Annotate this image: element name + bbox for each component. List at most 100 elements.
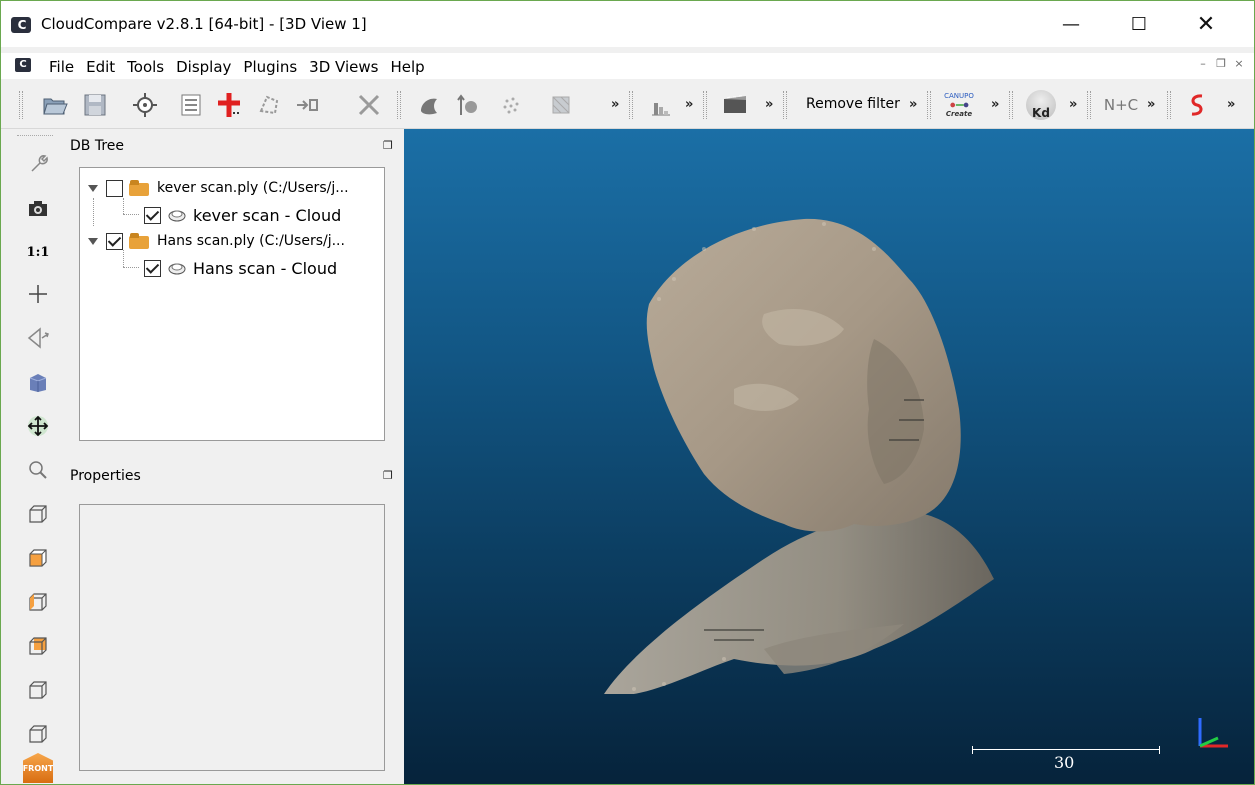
tree-node-hans-cloud[interactable]: Hans scan - Cloud — [144, 257, 337, 279]
menu-bar: C File Edit Tools Display Plugins 3D Vie… — [1, 53, 1254, 79]
remove-filter-button[interactable]: Remove filter — [806, 96, 900, 112]
zoom-icon[interactable] — [21, 453, 55, 487]
minimize-button[interactable]: — — [1048, 1, 1094, 47]
wrench-icon[interactable] — [21, 146, 55, 180]
list-icon[interactable] — [175, 89, 207, 121]
toolbar-separator — [927, 91, 931, 119]
scale-label: 30 — [1054, 753, 1075, 772]
pan-icon[interactable] — [21, 409, 55, 443]
global-shift-icon[interactable] — [129, 89, 161, 121]
title-bar: C CloudCompare v2.8.1 [64-bit] - [3D Vie… — [1, 1, 1254, 47]
toolbar-grip[interactable] — [19, 91, 23, 119]
back-view-icon[interactable] — [21, 629, 55, 663]
add-point-icon[interactable] — [213, 89, 245, 121]
properties-panel[interactable] — [79, 504, 385, 771]
folder-icon — [129, 180, 149, 196]
3d-view[interactable]: 30 — [404, 129, 1254, 784]
db-tree-title: DB Tree — [70, 138, 125, 154]
toolbar-more-5[interactable]: » — [991, 97, 999, 112]
kd-tree-icon[interactable]: Kd — [1025, 89, 1057, 121]
toolbar-separator — [629, 91, 633, 119]
tree-node-kever-file[interactable]: kever scan.ply (C:/Users/j... — [88, 177, 349, 199]
normals-compute-icon[interactable]: N+C — [1104, 89, 1138, 121]
axis-trihedron-icon — [1198, 718, 1228, 748]
menu-tools[interactable]: Tools — [121, 58, 170, 76]
animation-icon[interactable] — [719, 89, 751, 121]
toolbar-separator — [1087, 91, 1091, 119]
visibility-checkbox[interactable] — [144, 259, 161, 277]
bottom-view-icon[interactable] — [21, 717, 55, 751]
main-toolbar: » » » Remove filter » CANUPO Create » Kd… — [1, 81, 1254, 129]
mesh-icon[interactable] — [545, 89, 577, 121]
canupo-label: CANUPO — [944, 92, 974, 100]
menu-edit[interactable]: Edit — [80, 58, 121, 76]
app-logo-icon: C — [11, 17, 31, 33]
mdi-restore-button[interactable]: ❐ — [1214, 56, 1228, 72]
camera-icon[interactable] — [21, 191, 55, 225]
folder-icon — [129, 233, 149, 249]
mdi-minimize-button[interactable]: – — [1196, 56, 1210, 72]
toolbar-more-2[interactable]: » — [685, 97, 693, 112]
front-view-icon[interactable] — [21, 541, 55, 575]
sample-icon[interactable] — [413, 89, 445, 121]
visibility-checkbox[interactable] — [106, 232, 123, 250]
zoom-1-1-button[interactable]: 1:1 — [21, 235, 55, 269]
properties-title: Properties — [70, 468, 141, 484]
open-icon[interactable] — [39, 89, 71, 121]
app-window: C CloudCompare v2.8.1 [64-bit] - [3D Vie… — [0, 0, 1255, 785]
tree-node-label: kever scan.ply (C:/Users/j... — [157, 180, 349, 196]
menu-help[interactable]: Help — [384, 58, 430, 76]
crosshair-icon[interactable] — [21, 277, 55, 311]
mdi-close-button[interactable]: × — [1232, 56, 1246, 72]
menu-plugins[interactable]: Plugins — [237, 58, 303, 76]
expand-arrow-icon[interactable] — [88, 184, 98, 192]
toolbar-separator — [397, 91, 401, 119]
left-view-icon[interactable] — [21, 585, 55, 619]
iso-view-icon[interactable]: FRONT — [21, 751, 55, 785]
db-tree-float-button[interactable]: ❐ — [383, 139, 393, 152]
maximize-button[interactable]: ☐ — [1116, 1, 1162, 47]
menu-file[interactable]: File — [43, 58, 80, 76]
tree-node-kever-cloud[interactable]: kever scan - Cloud — [144, 204, 341, 226]
point-cloud-scan — [604, 218, 994, 694]
toolbar-more-6[interactable]: » — [1069, 97, 1077, 112]
histogram-icon[interactable] — [645, 89, 677, 121]
toolbar-more-8[interactable]: » — [1227, 97, 1235, 112]
toolbar-more-7[interactable]: » — [1147, 97, 1155, 112]
toolbar-more-1[interactable]: » — [611, 97, 619, 112]
db-tree[interactable]: kever scan.ply (C:/Users/j... kever scan… — [79, 167, 385, 441]
toolbar-more-3[interactable]: » — [765, 97, 773, 112]
segment-icon[interactable] — [253, 89, 285, 121]
window-title: CloudCompare v2.8.1 [64-bit] - [3D View … — [41, 15, 367, 33]
expand-arrow-icon[interactable] — [88, 237, 98, 245]
tree-node-hans-file[interactable]: Hans scan.ply (C:/Users/j... — [88, 230, 345, 252]
save-icon[interactable] — [79, 89, 111, 121]
subsample-icon[interactable] — [495, 89, 527, 121]
right-view-icon[interactable] — [21, 673, 55, 707]
toolbar-more-4[interactable]: » — [909, 97, 917, 112]
canupo-sub-label: Create — [945, 110, 973, 118]
properties-float-button[interactable]: ❐ — [383, 469, 393, 482]
tree-node-label: kever scan - Cloud — [193, 205, 342, 225]
view-toolbar: 1:1 FRONT — [1, 131, 63, 784]
canupo-icon[interactable]: CANUPO Create — [943, 89, 975, 121]
s-plugin-icon[interactable] — [1181, 89, 1213, 121]
translate-rotate-icon[interactable] — [291, 89, 323, 121]
toolbar-separator — [703, 91, 707, 119]
cube-view-icon[interactable] — [21, 365, 55, 399]
toolbar-separator — [1167, 91, 1171, 119]
tree-node-label: Hans scan.ply (C:/Users/j... — [157, 233, 345, 249]
top-view-icon[interactable] — [21, 497, 55, 531]
perspective-icon[interactable] — [21, 321, 55, 355]
visibility-checkbox[interactable] — [144, 206, 161, 224]
normals-icon[interactable] — [451, 89, 483, 121]
menu-logo-icon[interactable]: C — [15, 58, 31, 72]
front-cube-label: FRONT — [23, 753, 53, 783]
menu-display[interactable]: Display — [170, 58, 237, 76]
visibility-checkbox[interactable] — [106, 179, 123, 197]
menu-3d-views[interactable]: 3D Views — [303, 58, 384, 76]
delete-icon[interactable] — [353, 89, 385, 121]
cloud-icon — [168, 210, 186, 222]
close-button[interactable]: ✕ — [1183, 1, 1229, 47]
view-toolbar-grip[interactable] — [17, 135, 53, 139]
